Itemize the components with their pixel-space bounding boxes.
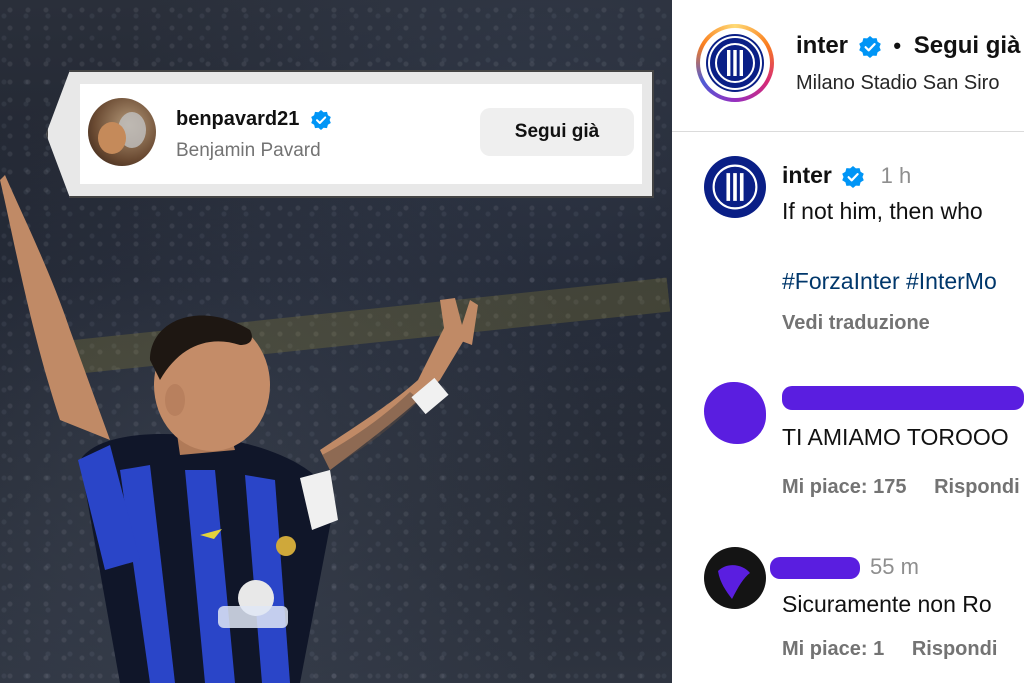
caption-text: If not him, then who xyxy=(782,198,983,224)
comment-actions: Mi piace: 175 Rispondi xyxy=(782,476,1024,499)
suggested-full-name: Benjamin Pavard xyxy=(176,140,321,161)
header-account-name[interactable]: inter xyxy=(796,32,848,59)
username-text[interactable]: benpavard21 xyxy=(176,108,299,130)
avatar-photo xyxy=(98,112,146,154)
post-side-panel: inter • Segui già Milano Stadio San Siro… xyxy=(672,0,1024,683)
inter-logo-mark xyxy=(708,36,762,90)
see-translation-button[interactable]: Vedi traduzione xyxy=(782,312,930,335)
comment-text: TI AMIAMO TOROOO xyxy=(782,424,1009,450)
post-location-link[interactable]: Milano Stadio San Siro xyxy=(796,72,999,95)
header-follow-status[interactable]: Segui già xyxy=(914,32,1021,59)
redacted-username xyxy=(770,557,860,579)
comment-text: Sicuramente non Ro xyxy=(782,591,992,617)
reply-button[interactable]: Rispondi xyxy=(912,638,998,660)
suggested-username[interactable]: benpavard21 xyxy=(176,108,331,131)
caption-account-name[interactable]: inter xyxy=(782,162,832,188)
comment-meta-top: 55 m xyxy=(870,553,919,580)
verified-badge-icon xyxy=(858,35,881,58)
caption-timestamp[interactable]: 1 h xyxy=(881,163,912,188)
comment-avatar[interactable] xyxy=(704,547,766,609)
comment-avatar-redacted-mark xyxy=(718,565,750,599)
post-header: inter • Segui già Milano Stadio San Siro xyxy=(672,0,1024,132)
reply-button[interactable]: Rispondi xyxy=(934,476,1020,498)
comment-actions: Mi piace: 1 Rispondi xyxy=(782,638,1019,661)
verified-badge-icon xyxy=(842,165,865,188)
caption-author: inter 1 h xyxy=(782,162,911,189)
following-button[interactable]: Segui già xyxy=(480,108,634,156)
card-content: benpavard21 Benjamin Pavard Segui già xyxy=(80,84,642,184)
caption-avatar[interactable] xyxy=(704,156,766,218)
header-separator: • xyxy=(893,33,902,58)
story-ring-inner xyxy=(700,28,770,98)
post-caption: inter 1 h If not him, then who #ForzaInt… xyxy=(672,150,1024,350)
comment-item: TI AMIAMO TOROOO Mi piace: 175 Rispondi xyxy=(672,378,1024,508)
verified-badge-icon xyxy=(311,109,331,130)
avatar[interactable] xyxy=(88,98,156,166)
comment-likes[interactable]: Mi piace: 1 xyxy=(782,638,884,660)
inter-logo-icon xyxy=(706,158,764,216)
comment-avatar-redacted[interactable] xyxy=(704,382,766,444)
post-header-title: inter • Segui già xyxy=(796,32,1020,60)
follow-suggestion-card: benpavard21 Benjamin Pavard Segui già xyxy=(46,70,654,198)
story-ring[interactable] xyxy=(696,24,774,102)
comment-item: 55 m Sicuramente non Ro Mi piace: 1 Risp… xyxy=(672,545,1024,675)
post-photo: benpavard21 Benjamin Pavard Segui già xyxy=(0,0,672,683)
caption-hashtags[interactable]: #ForzaInter #InterMo xyxy=(782,268,997,295)
comment-timestamp[interactable]: 55 m xyxy=(870,554,919,579)
comment-likes[interactable]: Mi piace: 175 xyxy=(782,476,907,498)
redacted-username xyxy=(782,386,1024,410)
inter-logo-icon xyxy=(706,34,764,92)
